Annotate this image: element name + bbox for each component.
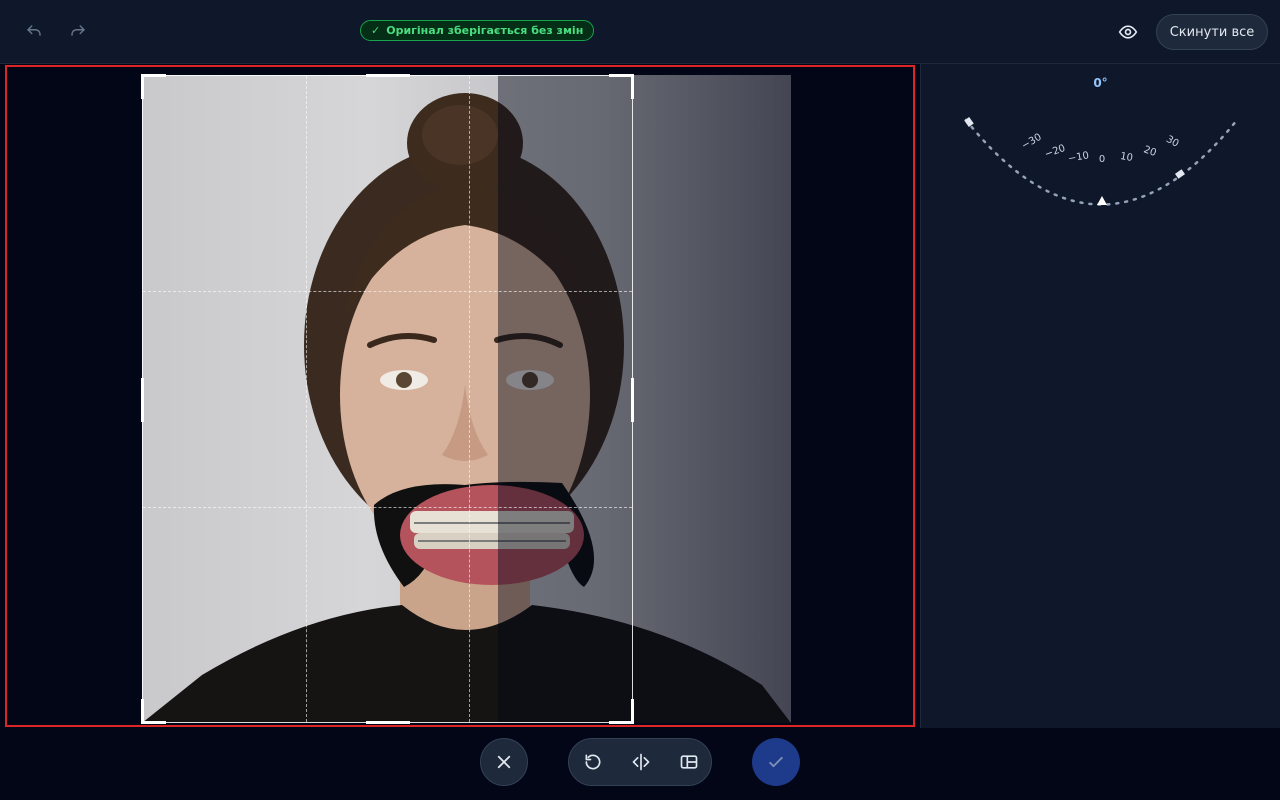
rotation-indicator-icon: [1097, 196, 1107, 205]
crop-handle-bottom-left[interactable]: [141, 699, 166, 724]
preview-toggle-button[interactable]: [1112, 16, 1144, 48]
aspect-ratio-button[interactable]: [673, 746, 705, 778]
dial-tick-label: 30: [1164, 134, 1181, 150]
rotation-limit-marker: [964, 117, 974, 127]
dial-tick-label: −20: [1043, 143, 1067, 161]
grid-line: [306, 76, 307, 722]
crop-handle-left[interactable]: [141, 378, 144, 422]
dial-tick-label: 10: [1119, 151, 1133, 164]
dial-tick-label: −10: [1067, 150, 1090, 164]
eye-icon: [1118, 25, 1138, 39]
redo-icon: [71, 25, 85, 36]
cancel-button[interactable]: [480, 738, 528, 786]
grid-line: [143, 291, 632, 292]
undo-button[interactable]: [18, 16, 50, 48]
rotation-limit-marker: [1175, 169, 1185, 179]
crop-handle-bottom-right[interactable]: [609, 699, 634, 724]
editor-canvas: [0, 64, 920, 728]
transform-tools: [568, 738, 712, 786]
rotation-dial[interactable]: −30 −20 −10 0 10 20 30: [921, 94, 1280, 264]
reset-all-button[interactable]: Скинути все: [1156, 14, 1268, 50]
rotate-left-button[interactable]: [577, 746, 609, 778]
crop-handle-right[interactable]: [631, 378, 634, 422]
grid-line: [469, 76, 470, 722]
dial-tick-label: 0: [1099, 154, 1105, 165]
crop-handle-top[interactable]: [366, 74, 410, 77]
flip-horizontal-icon: [632, 753, 650, 771]
dial-tick-label: 20: [1142, 144, 1158, 159]
rotate-left-icon: [585, 754, 601, 770]
bottom-actions: [0, 728, 1280, 800]
dial-tick-label: −30: [1020, 132, 1044, 152]
aspect-ratio-icon: [680, 755, 698, 769]
check-icon: ✓: [371, 24, 381, 37]
crop-handle-top-right[interactable]: [609, 74, 634, 99]
close-icon: [497, 755, 511, 769]
status-badge: ✓ Оригінал зберігається без змін: [360, 20, 595, 41]
grid-line: [143, 507, 632, 508]
confirm-button[interactable]: [752, 738, 800, 786]
crop-area[interactable]: [141, 74, 634, 724]
rotation-panel: 0° −30 −20 −10 0 10 20 30: [920, 64, 1280, 728]
top-toolbar: ✓ Оригінал зберігається без змін Скинути…: [0, 0, 1280, 64]
redo-button[interactable]: [62, 16, 94, 48]
crop-handle-top-left[interactable]: [141, 74, 166, 99]
crop-handle-bottom[interactable]: [366, 721, 410, 724]
rotation-angle-readout: 0°: [1093, 76, 1108, 90]
check-icon: [769, 756, 783, 768]
undo-icon: [27, 25, 41, 36]
status-badge-text: Оригінал зберігається без змін: [386, 24, 584, 37]
flip-horizontal-button[interactable]: [625, 746, 657, 778]
canvas-focus-frame: [5, 65, 915, 727]
